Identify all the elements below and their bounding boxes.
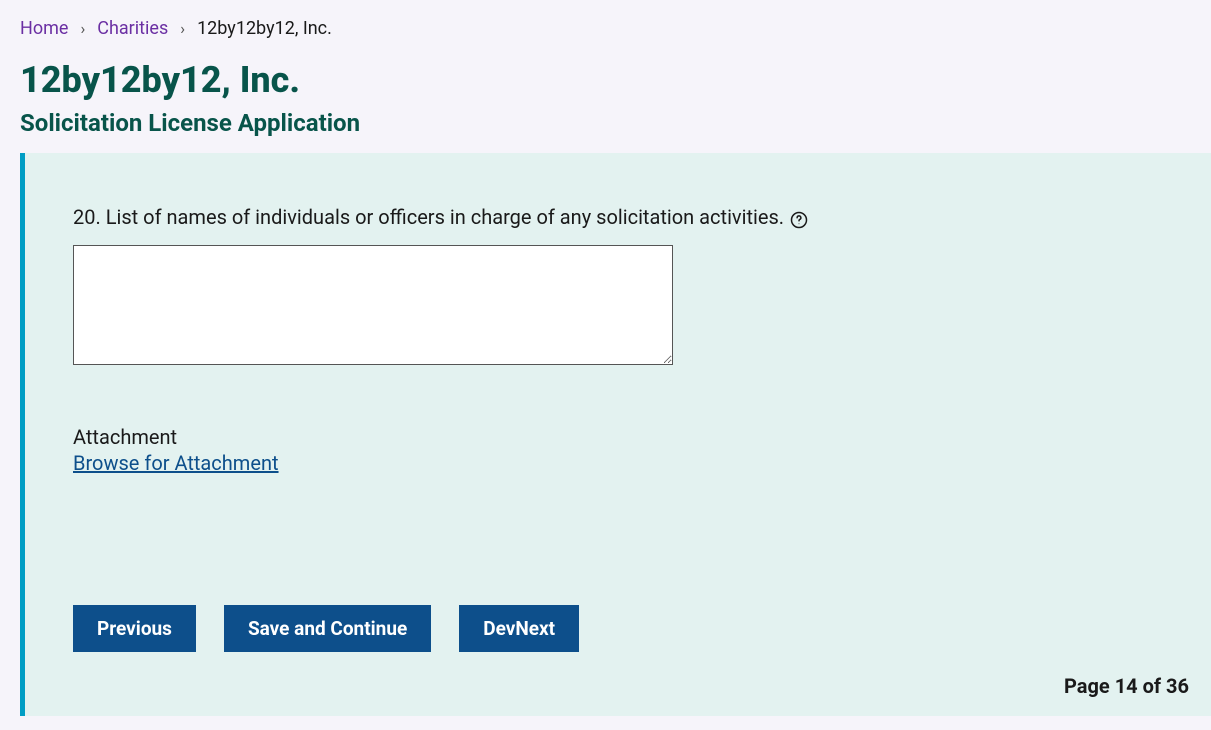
- page-title: 12by12by12, Inc.: [20, 59, 1191, 101]
- solicitation-names-input[interactable]: [73, 245, 673, 365]
- breadcrumb-home-link[interactable]: Home: [20, 18, 68, 39]
- attachment-label: Attachment: [73, 425, 1163, 449]
- chevron-right-icon: ›: [180, 19, 185, 38]
- breadcrumb-current: 12by12by12, Inc.: [197, 18, 332, 39]
- page-counter: Page 14 of 36: [1064, 674, 1189, 698]
- help-icon[interactable]: [790, 211, 808, 229]
- button-row: Previous Save and Continue DevNext: [73, 605, 1163, 652]
- breadcrumb: Home › Charities › 12by12by12, Inc.: [0, 0, 1211, 49]
- chevron-right-icon: ›: [80, 19, 85, 38]
- browse-attachment-link[interactable]: Browse for Attachment: [73, 451, 279, 475]
- devnext-button[interactable]: DevNext: [459, 605, 579, 652]
- question-label: 20. List of names of individuals or offi…: [73, 205, 784, 229]
- breadcrumb-charities-link[interactable]: Charities: [97, 18, 168, 39]
- save-continue-button[interactable]: Save and Continue: [224, 605, 431, 652]
- page-subtitle: Solicitation License Application: [20, 109, 1191, 137]
- page-header: 12by12by12, Inc. Solicitation License Ap…: [0, 49, 1211, 153]
- form-panel: 20. List of names of individuals or offi…: [20, 153, 1211, 716]
- previous-button[interactable]: Previous: [73, 605, 196, 652]
